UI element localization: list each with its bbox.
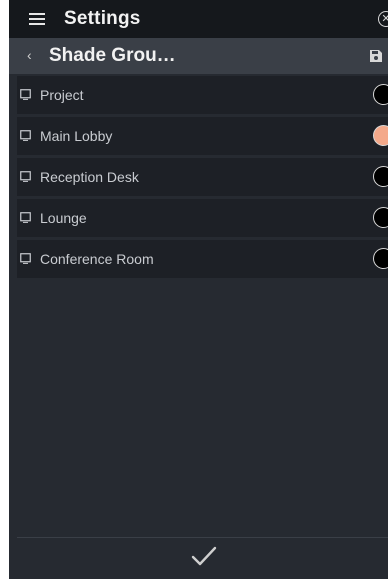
shade-group-list: Project Main Lobby Reception Desk Lounge Con… <box>17 76 388 281</box>
save-icon[interactable] <box>369 49 383 63</box>
close-icon[interactable]: ✕ <box>378 11 388 27</box>
list-item[interactable]: Conference Room <box>17 240 388 278</box>
page-title: Settings <box>64 8 141 29</box>
radio-unselected[interactable] <box>373 166 388 187</box>
settings-screen: Settings ✕ ‹ Shade Grou… Project Main Lob… <box>9 0 388 579</box>
list-item-label: Reception Desk <box>40 169 139 185</box>
radio-unselected[interactable] <box>373 207 388 228</box>
list-item[interactable]: Project <box>17 76 388 114</box>
shade-icon <box>20 253 31 264</box>
list-item[interactable]: Main Lobby <box>17 117 388 155</box>
shade-icon <box>20 89 31 100</box>
footer-divider <box>17 537 388 538</box>
list-item-label: Main Lobby <box>40 128 113 144</box>
hamburger-menu-icon[interactable] <box>29 13 45 25</box>
list-item[interactable]: Lounge <box>17 199 388 237</box>
chevron-left-icon[interactable]: ‹ <box>27 47 32 63</box>
shade-icon <box>20 130 31 141</box>
list-item[interactable]: Reception Desk <box>17 158 388 196</box>
radio-selected[interactable] <box>373 125 388 146</box>
section-title: Shade Grou… <box>49 45 176 66</box>
checkmark-icon[interactable] <box>191 545 217 567</box>
shade-icon <box>20 212 31 223</box>
top-bar: Settings ✕ <box>9 0 388 38</box>
list-item-label: Project <box>40 87 84 103</box>
list-item-label: Conference Room <box>40 251 154 267</box>
radio-unselected[interactable] <box>373 84 388 105</box>
shade-icon <box>20 171 31 182</box>
sub-header-bar: ‹ Shade Grou… <box>9 38 388 74</box>
radio-unselected[interactable] <box>373 248 388 269</box>
list-item-label: Lounge <box>40 210 87 226</box>
